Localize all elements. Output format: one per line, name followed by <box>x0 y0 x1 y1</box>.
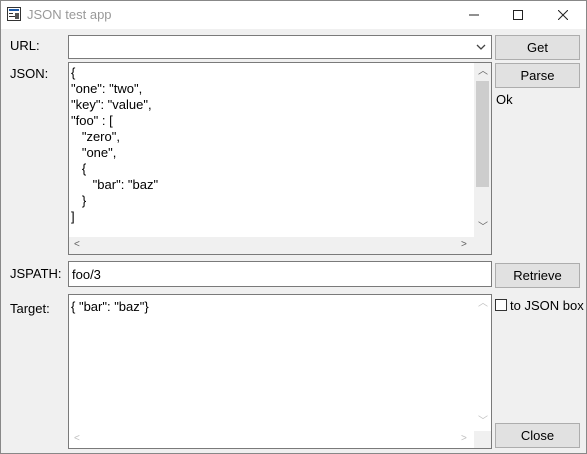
target-vertical-scrollbar[interactable]: ︿ ﹀ <box>474 295 491 431</box>
json-textarea[interactable]: {"one": "two", "key": "value", "foo" : [ "… <box>68 62 492 255</box>
jspath-label: JSPATH: <box>10 266 62 281</box>
scroll-down-icon[interactable]: ﹀ <box>478 223 488 233</box>
target-textarea[interactable]: { "bar": "baz"} ︿ ﹀ < > <box>68 294 492 449</box>
scroll-down-icon[interactable]: ﹀ <box>478 417 488 427</box>
app-icon <box>7 7 21 21</box>
json-line: "zero", <box>71 129 120 144</box>
target-horizontal-scrollbar[interactable]: < > <box>69 431 474 448</box>
json-line: "bar": "baz" <box>71 177 159 192</box>
scroll-thumb[interactable] <box>476 81 489 187</box>
url-label: URL: <box>10 38 40 53</box>
json-line: ] <box>71 209 75 224</box>
scroll-left-icon[interactable]: < <box>74 240 80 250</box>
jspath-value: foo/3 <box>72 267 101 282</box>
json-line: } <box>71 193 87 208</box>
json-line: { <box>71 161 87 176</box>
app-window: JSON test app URL: Get JSON: {"one": "tw… <box>0 0 587 454</box>
window-title: JSON test app <box>27 7 112 22</box>
parse-button[interactable]: Parse <box>495 63 580 88</box>
url-combobox[interactable] <box>68 35 492 59</box>
scroll-up-icon[interactable]: ︿ <box>478 299 488 309</box>
json-line: "key": "value", <box>71 97 152 112</box>
close-icon <box>558 10 568 20</box>
to-json-box-label[interactable]: to JSON box <box>510 298 584 313</box>
close-window-button[interactable] <box>541 1 585 29</box>
target-value: { "bar": "baz"} <box>71 299 149 314</box>
scroll-corner <box>474 431 491 448</box>
maximize-icon <box>513 10 523 20</box>
retrieve-button[interactable]: Retrieve <box>495 263 580 288</box>
json-vertical-scrollbar[interactable]: ︿ ﹀ <box>474 63 491 237</box>
to-json-box-checkbox[interactable] <box>495 299 507 311</box>
status-text: Ok <box>496 92 513 107</box>
target-label: Target: <box>10 301 50 316</box>
json-line: "foo" : [ <box>71 113 113 128</box>
scroll-corner <box>474 237 491 254</box>
get-button[interactable]: Get <box>495 35 580 60</box>
json-content: {"one": "two", "key": "value", "foo" : [ "… <box>69 65 469 235</box>
json-line: "one", <box>71 145 117 160</box>
scroll-up-icon[interactable]: ︿ <box>478 67 488 77</box>
minimize-icon <box>469 14 479 16</box>
minimize-button[interactable] <box>452 1 496 29</box>
scroll-right-icon[interactable]: > <box>461 240 467 250</box>
chevron-down-icon[interactable] <box>476 44 486 51</box>
json-line: "one": "two", <box>71 81 143 96</box>
json-line: { <box>71 65 76 80</box>
title-bar: JSON test app <box>1 1 586 29</box>
jspath-input[interactable]: foo/3 <box>68 261 492 287</box>
json-horizontal-scrollbar[interactable]: < > <box>69 237 474 254</box>
maximize-button[interactable] <box>496 1 540 29</box>
json-label: JSON: <box>10 66 49 81</box>
scroll-left-icon[interactable]: < <box>74 434 80 444</box>
scroll-right-icon[interactable]: > <box>461 434 467 444</box>
close-button[interactable]: Close <box>495 423 580 448</box>
